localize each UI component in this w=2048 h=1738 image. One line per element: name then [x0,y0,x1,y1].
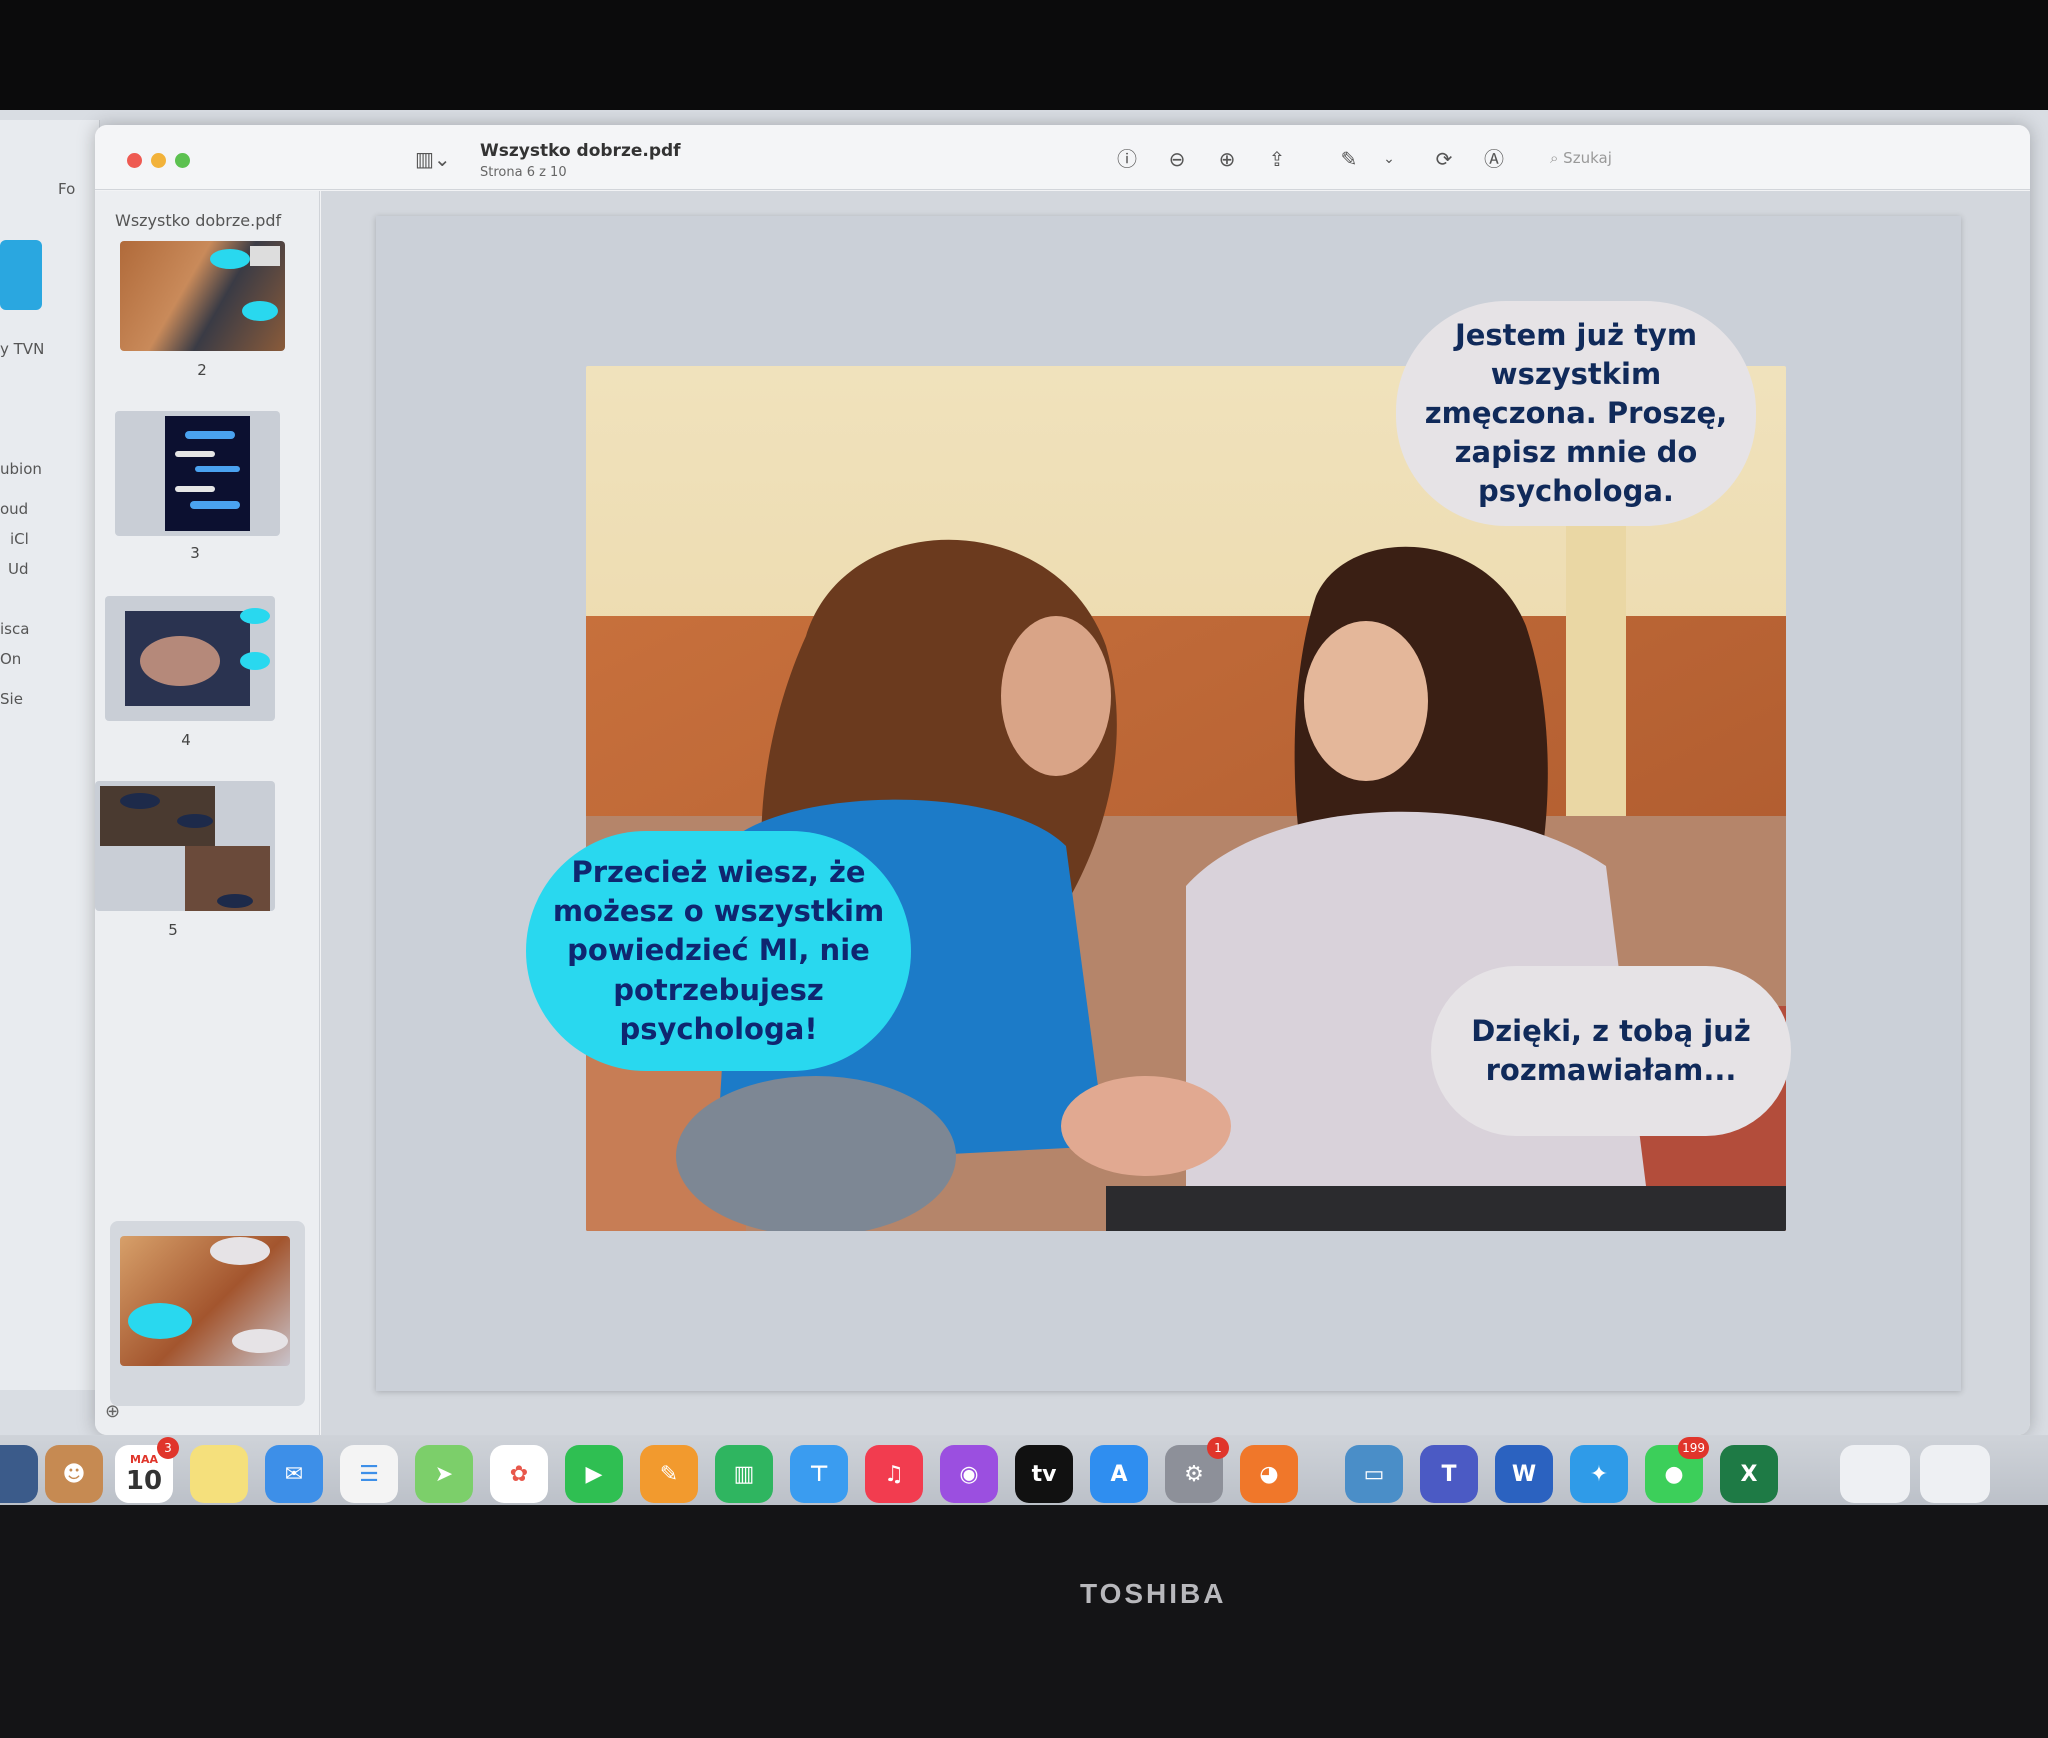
background-label: Sie [0,690,23,708]
annotate-icon[interactable]: Ⓐ [1480,145,1508,173]
photos-icon[interactable]: ✿ [490,1445,548,1503]
excel-label: X [1740,1461,1758,1487]
photo-scene: Fo y TVN ubion oud iCl Ud isca On Sie ▥⌄… [0,0,2048,1738]
thumbnail-page-5[interactable] [95,781,275,911]
background-label: y TVN [0,340,45,358]
info-icon[interactable]: ⓘ [1113,145,1141,173]
monitor-brand: TOSHIBA [1080,1578,1227,1609]
word-icon[interactable]: W [1495,1445,1553,1503]
word-label: W [1511,1461,1537,1487]
recent-window-icon[interactable] [1840,1445,1910,1503]
rotate-icon[interactable]: ⟳ [1430,145,1458,173]
background-window-tile[interactable] [0,240,42,310]
speech-bubble-right: Dzięki, z tobą już rozmawiałam... [1431,966,1791,1136]
speech-bubble-top: Jestem już tym wszystkim zmęczona. Prosz… [1396,301,1756,526]
calendar-day: 10 [125,1465,163,1496]
thumbnail-page-3[interactable] [115,411,280,536]
thumbnail-number: 2 [197,361,207,379]
mail-icon[interactable]: ✉ [265,1445,323,1503]
monitor-screen: Fo y TVN ubion oud iCl Ud isca On Sie ▥⌄… [0,110,2048,1505]
thumbnail-sidebar: Wszystko dobrze.pdf 2 3 4 5 ⊕ [95,191,320,1435]
apple-tv-icon[interactable]: tv [1015,1445,1073,1503]
close-button[interactable] [127,153,142,168]
excel-icon[interactable]: X [1720,1445,1778,1503]
monitor-bezel [0,1505,2048,1738]
chevron-down-icon[interactable]: ⌄ [1375,145,1403,173]
thumbnail-page-2[interactable] [120,241,285,351]
background-label: ubion [0,460,42,478]
recent-window-icon[interactable] [1920,1445,1990,1503]
thumbnail-page-6[interactable] [120,1236,290,1366]
background-label: Ud [8,560,29,578]
safari-icon[interactable]: ✦ [1570,1445,1628,1503]
music-icon[interactable]: ♫ [865,1445,923,1503]
tv-label: tv [1031,1461,1057,1487]
share-icon[interactable]: ⇪ [1263,145,1291,173]
app-store-icon[interactable]: A [1090,1445,1148,1503]
search-icon: ⌕ [1550,149,1564,167]
markup-pen-icon[interactable]: ✎ [1335,145,1363,173]
zoom-out-icon[interactable]: ⊖ [1163,145,1191,173]
minimize-button[interactable] [151,153,166,168]
search-placeholder: Szukaj [1563,149,1612,167]
facetime-icon[interactable]: ▶ [565,1445,623,1503]
pdf-page: Jestem już tym wszystkim zmęczona. Prosz… [376,216,1961,1391]
keynote-icon[interactable]: ⊤ [790,1445,848,1503]
background-label: Fo [58,180,76,198]
preview-window: ▥⌄ Wszystko dobrze.pdf Strona 6 z 10 ⓘ ⊖… [95,125,2030,1435]
system-settings-icon[interactable]: ⚙ 1 [1165,1437,1229,1503]
pages-icon[interactable]: ✎ [640,1445,698,1503]
zoom-in-icon[interactable]: ⊕ [1213,145,1241,173]
thumbnail-number: 5 [168,921,178,939]
background-label: iCl [10,530,29,548]
launchpad-icon[interactable] [0,1445,38,1503]
numbers-icon[interactable]: ▥ [715,1445,773,1503]
preview-icon[interactable]: ▭ [1345,1445,1403,1503]
maps-icon[interactable]: ➤ [415,1445,473,1503]
speech-bubble-left: Przecież wiesz, że możesz o wszystkim po… [526,831,911,1071]
zoom-button[interactable] [175,153,190,168]
background-label: oud [0,500,29,518]
calendar-badge: 3 [157,1437,179,1459]
firefox-icon[interactable]: ◕ [1240,1445,1298,1503]
document-title: Wszystko dobrze.pdf [480,141,681,161]
thumbnail-number: 4 [181,731,191,749]
document-area: Jestem już tym wszystkim zmęczona. Prosz… [321,191,2030,1435]
thumbnail-page-4[interactable] [105,596,275,721]
teams-icon[interactable]: T [1420,1445,1478,1503]
background-label: isca [0,620,30,638]
reminders-icon[interactable]: ☰ [340,1445,398,1503]
calendar-icon[interactable]: MAA 10 3 [115,1437,179,1503]
messages-badge: 199 [1678,1437,1709,1459]
contacts-icon[interactable]: ☻ [45,1445,103,1503]
messages-icon[interactable]: ● 199 [1645,1437,1709,1503]
settings-badge: 1 [1207,1437,1229,1459]
notes-icon[interactable] [190,1445,248,1503]
thumbnail-number: 3 [190,544,200,562]
dock: ☻ MAA 10 3 ✉ ☰ ➤ ✿ ▶ ✎ ▥ ⊤ ♫ ◉ tv A ⚙ 1 ◕… [0,1435,2048,1505]
podcasts-icon[interactable]: ◉ [940,1445,998,1503]
calendar-month: MAA [130,1452,158,1466]
background-label: On [0,650,22,668]
title-bar: ▥⌄ Wszystko dobrze.pdf Strona 6 z 10 ⓘ ⊖… [95,125,2030,190]
sidebar-title: Wszystko dobrze.pdf [115,211,282,230]
sidebar-toggle-icon[interactable]: ▥⌄ [415,147,451,173]
page-indicator: Strona 6 z 10 [480,165,567,180]
search-field[interactable]: ⌕ Szukaj [1550,143,1750,173]
background-window: Fo y TVN ubion oud iCl Ud isca On Sie [0,120,100,1390]
add-page-icon[interactable]: ⊕ [105,1401,120,1422]
